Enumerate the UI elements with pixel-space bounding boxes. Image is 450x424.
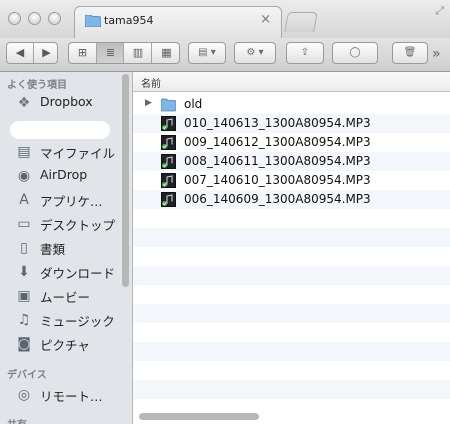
- back-forward-control: ◀ ▶: [6, 42, 58, 64]
- minimize-window-button[interactable]: [28, 12, 41, 25]
- list-view-button[interactable]: ≣: [96, 43, 124, 63]
- sidebar-item-label: ムービー: [40, 290, 91, 305]
- sidebar-item-label: ミュージック: [40, 314, 115, 329]
- sidebar-item-label: AirDrop: [40, 167, 88, 182]
- airdrop-icon: ◉: [17, 168, 31, 184]
- folder-icon: [161, 98, 176, 112]
- list-item-file[interactable]: 008_140611_1300A80954.MP3: [133, 152, 450, 171]
- action-gear-button[interactable]: ⚙ ▾: [234, 42, 276, 64]
- file-list: 名前 ▶ old 010_140613_1300A80954.MP3 009_1…: [133, 72, 450, 424]
- pictures-icon: ◙: [17, 336, 31, 352]
- back-button[interactable]: ◀: [7, 43, 33, 63]
- coverflow-view-button[interactable]: ▦: [151, 43, 181, 63]
- share-button[interactable]: ⇪: [286, 42, 324, 64]
- sidebar-item-movies[interactable]: ▣ ムービー: [0, 285, 120, 307]
- mp3-file-icon: [161, 173, 176, 188]
- empty-row: [133, 380, 450, 399]
- column-view-button[interactable]: ▥: [123, 43, 152, 63]
- empty-row: [133, 209, 450, 228]
- column-header-name[interactable]: 名前: [133, 72, 450, 92]
- view-mode-control: ⊞ ≣ ▥ ▦: [68, 42, 180, 64]
- sidebar-item-label: 書類: [40, 242, 66, 257]
- sidebar-item-dropbox[interactable]: ❖ Dropbox: [0, 92, 120, 114]
- disclosure-triangle-icon[interactable]: ▶: [145, 98, 152, 108]
- file-name: 006_140609_1300A80954.MP3: [184, 192, 371, 206]
- horizontal-scrollbar[interactable]: [139, 413, 259, 420]
- trash-button[interactable]: 🗑: [392, 42, 428, 64]
- toolbar-overflow-icon[interactable]: »: [432, 46, 441, 62]
- icon-view-button[interactable]: ⊞: [69, 43, 96, 63]
- title-bar: tama954 × ⤢: [0, 0, 450, 38]
- sidebar-item-airdrop[interactable]: ◉ AirDrop: [0, 165, 120, 187]
- folder-icon: [85, 15, 101, 27]
- mp3-file-icon: [161, 192, 176, 207]
- empty-row: [133, 266, 450, 285]
- file-name: 010_140613_1300A80954.MP3: [184, 116, 371, 130]
- sidebar-item-applications[interactable]: A アプリケ…: [0, 189, 120, 211]
- sidebar-item-documents[interactable]: ▯ 書類: [0, 237, 120, 259]
- remote-disc-icon: ◎: [17, 387, 31, 403]
- close-window-button[interactable]: [8, 12, 21, 25]
- toolbar: ◀ ▶ ⊞ ≣ ▥ ▦ ▤ ▾ ⚙ ▾ ⇪ ◯ 🗑 »: [0, 38, 450, 72]
- sidebar-item-label: Dropbox: [40, 94, 93, 109]
- sidebar-item-remote-disc[interactable]: ◎ リモート…: [0, 384, 120, 406]
- file-name: old: [184, 97, 203, 111]
- column-header-label: 名前: [141, 79, 161, 90]
- sidebar-item-label: デスクトップ: [40, 218, 116, 233]
- label-tag-button[interactable]: ◯: [332, 42, 378, 64]
- sidebar-item-downloads[interactable]: ⬇ ダウンロード: [0, 261, 120, 283]
- sidebar-item-label: ピクチャ: [40, 338, 90, 353]
- arrange-button[interactable]: ▤ ▾: [188, 42, 226, 64]
- fullscreen-icon[interactable]: ⤢: [435, 4, 444, 18]
- sidebar-item-label: リモート…: [40, 389, 103, 404]
- mp3-file-icon: [161, 116, 176, 131]
- mp3-file-icon: [161, 154, 176, 169]
- redacted-sidebar-item[interactable]: [10, 121, 110, 139]
- empty-row: [133, 285, 450, 304]
- sidebar-item-pictures[interactable]: ◙ ピクチャ: [0, 333, 120, 355]
- applications-icon: A: [19, 192, 29, 208]
- file-name: 007_140610_1300A80954.MP3: [184, 173, 371, 187]
- downloads-icon: ⬇: [18, 264, 30, 280]
- sidebar-item-desktop[interactable]: ▭ デスクトップ: [0, 213, 120, 235]
- sidebar-item-label: アプリケ…: [40, 194, 103, 209]
- devices-heading: デバイス: [7, 370, 47, 381]
- sidebar-item-all-my-files[interactable]: ▤ マイファイル: [0, 141, 120, 163]
- list-item-file[interactable]: 010_140613_1300A80954.MP3: [133, 114, 450, 133]
- sidebar-item-music[interactable]: ♫ ミュージック: [0, 309, 120, 331]
- dropbox-icon: ❖: [17, 95, 31, 111]
- new-tab-button[interactable]: [284, 12, 318, 32]
- sidebar-scrollbar[interactable]: [122, 74, 129, 287]
- sidebar-item-label: マイファイル: [40, 146, 116, 161]
- shared-heading: 共有: [7, 416, 27, 424]
- desktop-icon: ▭: [17, 216, 31, 232]
- mp3-file-icon: [161, 135, 176, 150]
- tab-title: tama954: [104, 14, 154, 27]
- zoom-window-button[interactable]: [48, 12, 61, 25]
- forward-button[interactable]: ▶: [33, 43, 59, 63]
- sidebar: よく使う項目 ❖ Dropbox ▤ マイファイル ◉ AirDrop A アプ…: [0, 72, 133, 424]
- empty-row: [133, 342, 450, 361]
- empty-row: [133, 304, 450, 323]
- sidebar-item-label: ダウンロード: [40, 266, 116, 281]
- list-item-folder-old[interactable]: ▶ old: [133, 95, 450, 114]
- empty-row: [133, 361, 450, 380]
- music-icon: ♫: [17, 312, 31, 328]
- list-item-file[interactable]: 007_140610_1300A80954.MP3: [133, 171, 450, 190]
- empty-row: [133, 323, 450, 342]
- favorites-heading: よく使う項目: [7, 80, 67, 91]
- empty-row: [133, 247, 450, 266]
- list-item-file[interactable]: 006_140609_1300A80954.MP3: [133, 190, 450, 209]
- list-item-file[interactable]: 009_140612_1300A80954.MP3: [133, 133, 450, 152]
- close-tab-icon[interactable]: ×: [260, 12, 271, 27]
- file-name: 009_140612_1300A80954.MP3: [184, 135, 371, 149]
- tab-tama954[interactable]: tama954 ×: [74, 6, 282, 38]
- empty-row: [133, 228, 450, 247]
- all-my-files-icon: ▤: [17, 144, 31, 160]
- documents-icon: ▯: [20, 240, 28, 256]
- movies-icon: ▣: [17, 288, 31, 304]
- file-name: 008_140611_1300A80954.MP3: [184, 154, 371, 168]
